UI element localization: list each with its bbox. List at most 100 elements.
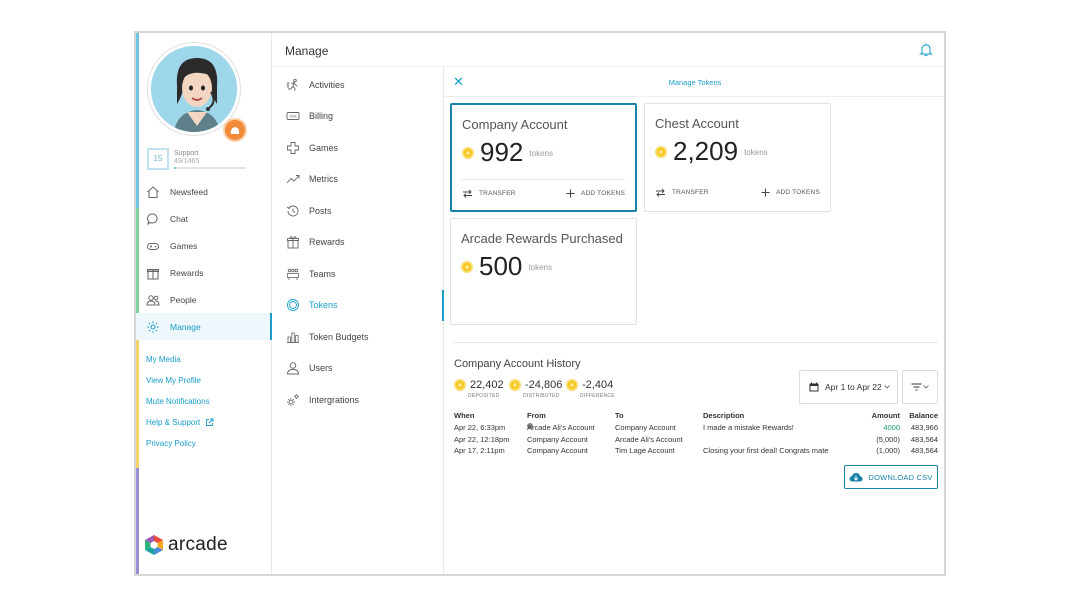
coin-icon: [454, 379, 466, 391]
svg-text:VISA: VISA: [289, 115, 297, 119]
company-account-card[interactable]: Company Account 992 tokens TRANSFER ADD …: [450, 103, 637, 212]
stat-label: DIFFERENCE: [580, 393, 615, 399]
chat-icon: [147, 213, 158, 225]
gift-icon: [147, 268, 159, 279]
app-window: 15 Support 49/1465 Newsfeed Chat Games R…: [134, 31, 946, 576]
visa-card-icon: VISA: [286, 112, 300, 121]
cloud-download-icon: [849, 473, 863, 482]
cell-balance: 483,564: [910, 446, 938, 456]
menu-item-token-budgets[interactable]: Token Budgets: [272, 321, 443, 353]
menu-item-posts[interactable]: Posts: [272, 195, 443, 227]
menu-item-rewards[interactable]: Rewards: [272, 227, 443, 259]
coin-icon: [509, 379, 521, 391]
history-table: When From To Description Amount Balance …: [454, 411, 938, 458]
trend-icon: [286, 175, 300, 184]
level-number: 15: [147, 148, 169, 170]
add-tokens-button[interactable]: ADD TOKENS: [566, 189, 625, 198]
privacy-policy-link[interactable]: Privacy Policy: [146, 433, 214, 454]
menu-item-teams[interactable]: Teams: [272, 258, 443, 290]
date-range-picker[interactable]: Apr 1 to Apr 22: [799, 370, 898, 404]
menu-item-label: Billing: [309, 111, 334, 122]
column-header: To: [615, 411, 624, 420]
column-header: Balance: [909, 411, 938, 420]
add-tokens-button[interactable]: ADD TOKENS: [761, 188, 820, 197]
token-unit: tokens: [528, 263, 552, 272]
table-row[interactable]: Apr 22, 6:33pm Arcade Ali's Account Comp…: [454, 422, 938, 435]
account-balance: 992 tokens: [462, 137, 553, 168]
rewards-purchased-card[interactable]: Arcade Rewards Purchased 500 tokens: [450, 218, 637, 325]
menu-item-label: Token Budgets: [309, 331, 369, 342]
sidebar-item-manage[interactable]: Manage: [136, 313, 272, 340]
mute-notifications-link[interactable]: Mute Notifications: [146, 391, 214, 412]
panel-title: Manage Tokens: [668, 78, 722, 87]
token-amount: 992: [480, 137, 524, 167]
token-amount: 2,209: [673, 136, 739, 166]
menu-item-tokens[interactable]: Tokens: [272, 289, 444, 322]
account-balance: 2,209 tokens: [655, 136, 768, 167]
menu-item-label: Metrics: [309, 174, 338, 185]
filter-icon: [911, 383, 922, 391]
transfer-icon: [463, 189, 472, 198]
chest-account-card[interactable]: Chest Account 2,209 tokens TRANSFER ADD …: [644, 103, 831, 212]
sidebar-item-games[interactable]: Games: [136, 232, 272, 259]
transfer-button[interactable]: TRANSFER: [655, 188, 709, 197]
help-support-link[interactable]: Help & Support: [146, 412, 214, 433]
cell-when: Apr 22, 6:33pm: [454, 422, 506, 432]
filter-button[interactable]: [902, 370, 938, 404]
menu-item-users[interactable]: Users: [272, 353, 443, 385]
home-icon: [147, 185, 159, 198]
cell-description: Closing your first deal! Congrats mate: [703, 446, 829, 456]
sidebar-item-label: People: [170, 294, 197, 305]
account-name: Company Account: [462, 117, 568, 132]
sidebar-item-chat[interactable]: Chat: [136, 205, 272, 232]
download-csv-button[interactable]: DOWNLOAD CSV: [844, 465, 938, 489]
token-unit: tokens: [529, 149, 553, 158]
cell-amount: (1,000): [876, 446, 900, 456]
arcade-logo: arcade: [144, 534, 228, 556]
sidebar-item-label: Games: [170, 240, 198, 251]
stat-label: DISTRIBUTED: [523, 393, 560, 399]
bell-icon[interactable]: [919, 42, 933, 57]
view-my-profile-link[interactable]: View My Profile: [146, 370, 214, 391]
cell-when: Apr 22, 12:18pm: [454, 434, 510, 444]
menu-item-label: Tokens: [309, 300, 338, 311]
table-row[interactable]: Apr 22, 12:18pm Company Account Arcade A…: [454, 435, 938, 447]
stat-value: -2,404: [582, 379, 614, 391]
menu-item-games[interactable]: Games: [272, 132, 443, 164]
my-media-link[interactable]: My Media: [146, 349, 214, 370]
menu-item-metrics[interactable]: Metrics: [272, 164, 443, 196]
external-link-icon: [206, 418, 214, 426]
menu-item-label: Posts: [309, 205, 332, 216]
sidebar-item-label: Newsfeed: [170, 186, 208, 197]
plus-icon: [761, 188, 770, 197]
sidebar-item-people[interactable]: People: [136, 286, 272, 313]
arcade-logo-icon: [145, 535, 163, 555]
menu-item-integrations[interactable]: Intergrations: [272, 384, 443, 416]
coin-icon: [655, 145, 667, 158]
transfer-button[interactable]: TRANSFER: [462, 189, 516, 198]
menu-item-billing[interactable]: VISA Billing: [272, 101, 443, 133]
table-header: When From To Description Amount Balance: [454, 411, 938, 423]
cell-balance: 483,966: [910, 422, 938, 432]
level-progress-bar: [174, 167, 246, 169]
stat-value: -24,806: [525, 379, 563, 391]
menu-item-label: Teams: [309, 268, 336, 279]
account-name: Chest Account: [655, 116, 739, 131]
column-header: Description: [703, 411, 745, 420]
page-title: Manage: [285, 44, 329, 58]
chevron-down-icon: [883, 385, 890, 389]
sidebar-item-label: Manage: [170, 321, 201, 332]
table-row[interactable]: Apr 17, 2:11pm Company Account Tim Lage …: [454, 446, 938, 458]
sidebar-item-rewards[interactable]: Rewards: [136, 259, 272, 286]
menu-item-activities[interactable]: Activities: [272, 69, 443, 101]
plus-icon: [566, 189, 575, 198]
token-unit: tokens: [744, 148, 768, 157]
sidebar-item-newsfeed[interactable]: Newsfeed: [136, 178, 272, 205]
puzzle-icon: [287, 141, 299, 154]
account-name: Arcade Rewards Purchased: [461, 231, 623, 246]
badge-icon: [223, 118, 247, 142]
cell-when: Apr 17, 2:11pm: [454, 446, 505, 456]
history-title: Company Account History: [454, 358, 581, 370]
user-icon: [287, 362, 299, 375]
sidebar-accent-yellow: [136, 338, 139, 468]
